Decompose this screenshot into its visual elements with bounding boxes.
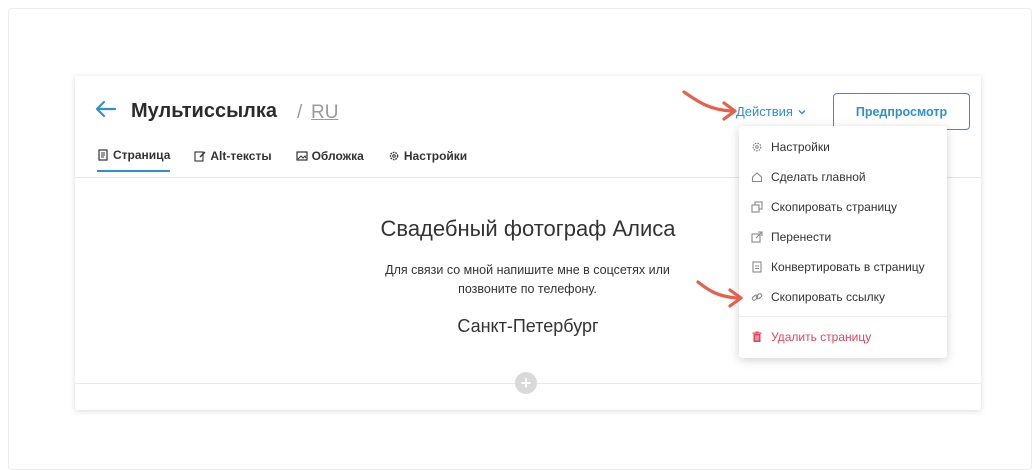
menu-item-copy-link[interactable]: Скопировать ссылку — [751, 290, 885, 304]
tab-label: Alt-тексты — [210, 149, 272, 163]
link-icon — [751, 293, 763, 301]
content-city-text: Санкт-Петербург — [457, 316, 599, 336]
menu-item-label: Скопировать ссылку — [771, 290, 886, 304]
gear-icon — [389, 151, 399, 161]
edit-icon — [194, 151, 206, 162]
menu-item-label: Сделать главной — [771, 170, 866, 184]
tab-settings[interactable]: Настройки — [388, 148, 467, 172]
tab-label: Обложка — [311, 149, 364, 163]
description-line: позвоните по телефону. — [458, 282, 597, 296]
page-icon — [98, 149, 108, 161]
menu-divider — [739, 316, 947, 317]
menu-item-label: Перенести — [771, 230, 832, 244]
menu-item-make-main[interactable]: Сделать главной — [751, 170, 866, 184]
title-separator: / — [297, 102, 303, 123]
actions-menu: Настройки Сделать главной Скопировать ст… — [739, 126, 947, 358]
menu-item-convert[interactable]: Конвертировать в страницу — [751, 260, 925, 274]
actions-label: Действия — [736, 104, 793, 119]
annotation-arrow-icon — [696, 280, 743, 308]
content-heading-text: Свадебный фотограф Алиса — [380, 216, 676, 241]
copy-icon — [751, 201, 763, 213]
move-icon — [751, 231, 763, 243]
tab-page[interactable]: Страница — [97, 148, 171, 172]
editor-tabs: Страница Alt-тексты Обложка Настройки — [97, 148, 467, 172]
menu-item-move[interactable]: Перенести — [751, 230, 831, 244]
annotation-arrow-icon — [682, 90, 737, 121]
menu-item-copy-page[interactable]: Скопировать страницу — [751, 200, 897, 214]
add-block-button[interactable]: + — [515, 372, 537, 394]
preview-button[interactable]: Предпросмотр — [833, 93, 970, 130]
menu-item-label: Настройки — [771, 140, 830, 154]
tab-label: Страница — [113, 148, 171, 162]
menu-item-label: Скопировать страницу — [771, 200, 898, 214]
trash-icon — [752, 331, 762, 342]
description-line: Для связи со мной напишите мне в соцсетя… — [385, 263, 670, 277]
tab-cover[interactable]: Обложка — [295, 148, 364, 172]
image-icon — [295, 151, 308, 161]
back-arrow-icon[interactable] — [95, 98, 117, 120]
menu-item-settings[interactable]: Настройки — [751, 140, 830, 154]
page-title: Мультиссылка — [131, 100, 278, 122]
actions-dropdown[interactable]: Действия — [736, 104, 807, 119]
menu-item-label: Удалить страницу — [771, 330, 872, 344]
menu-item-delete-page[interactable]: Удалить страницу — [751, 330, 871, 344]
tab-label: Настройки — [403, 149, 468, 163]
document-icon — [752, 261, 762, 273]
gear-icon — [752, 142, 762, 152]
menu-item-label: Конвертировать в страницу — [771, 260, 925, 274]
chevron-down-icon — [798, 109, 806, 114]
content-description: Для связи со мной напишите мне в соцсетя… — [360, 261, 695, 299]
language-link[interactable]: RU — [311, 102, 338, 124]
tab-alt-texts[interactable]: Alt-тексты — [194, 148, 272, 172]
home-icon — [751, 172, 763, 183]
